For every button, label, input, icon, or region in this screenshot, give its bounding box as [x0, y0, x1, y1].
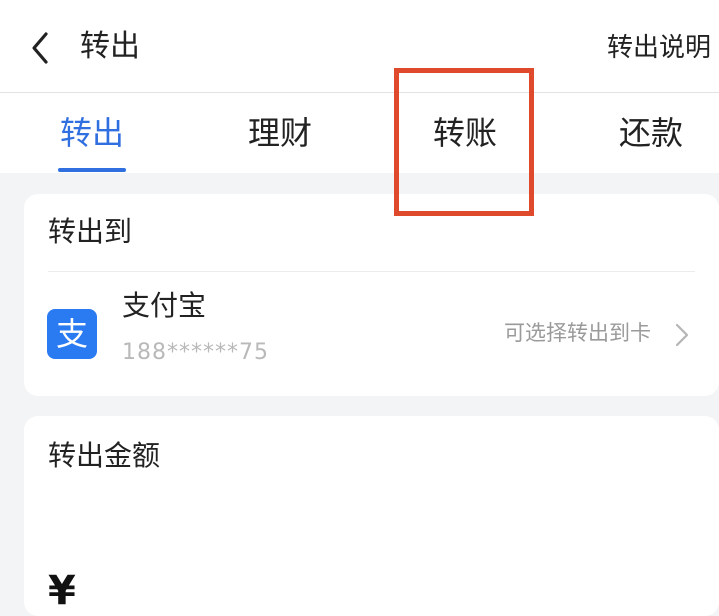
currency-symbol: ¥ — [48, 568, 76, 614]
transfer-to-label: 转出到 — [48, 215, 133, 248]
tab-wealth[interactable]: 理财 — [245, 111, 315, 155]
divider — [48, 271, 695, 272]
chevron-right-icon[interactable] — [674, 322, 690, 348]
highlight-annotation-box — [394, 68, 534, 216]
active-tab-indicator — [58, 168, 126, 172]
transfer-instructions-link[interactable]: 转出说明 — [607, 28, 711, 68]
account-name: 支付宝 — [122, 289, 207, 322]
top-header: 转出 转出说明 — [0, 0, 719, 93]
transfer-amount-label: 转出金额 — [48, 439, 161, 472]
tab-transfer-out[interactable]: 转出 — [58, 111, 126, 155]
tab-repayment[interactable]: 还款 — [616, 111, 686, 155]
tab-bar: 转出 理财 转账 还款 — [0, 93, 719, 173]
transfer-amount-card: 转出金额 ¥ — [24, 416, 719, 616]
select-card-hint[interactable]: 可选择转出到卡 — [504, 316, 651, 350]
account-number: 188******75 — [122, 340, 269, 365]
chevron-left-icon[interactable] — [26, 28, 56, 68]
page-title: 转出 — [80, 29, 140, 64]
alipay-icon: 支 — [47, 309, 97, 359]
transfer-to-card: 转出到 支 支付宝 188******75 可选择转出到卡 — [24, 194, 719, 396]
